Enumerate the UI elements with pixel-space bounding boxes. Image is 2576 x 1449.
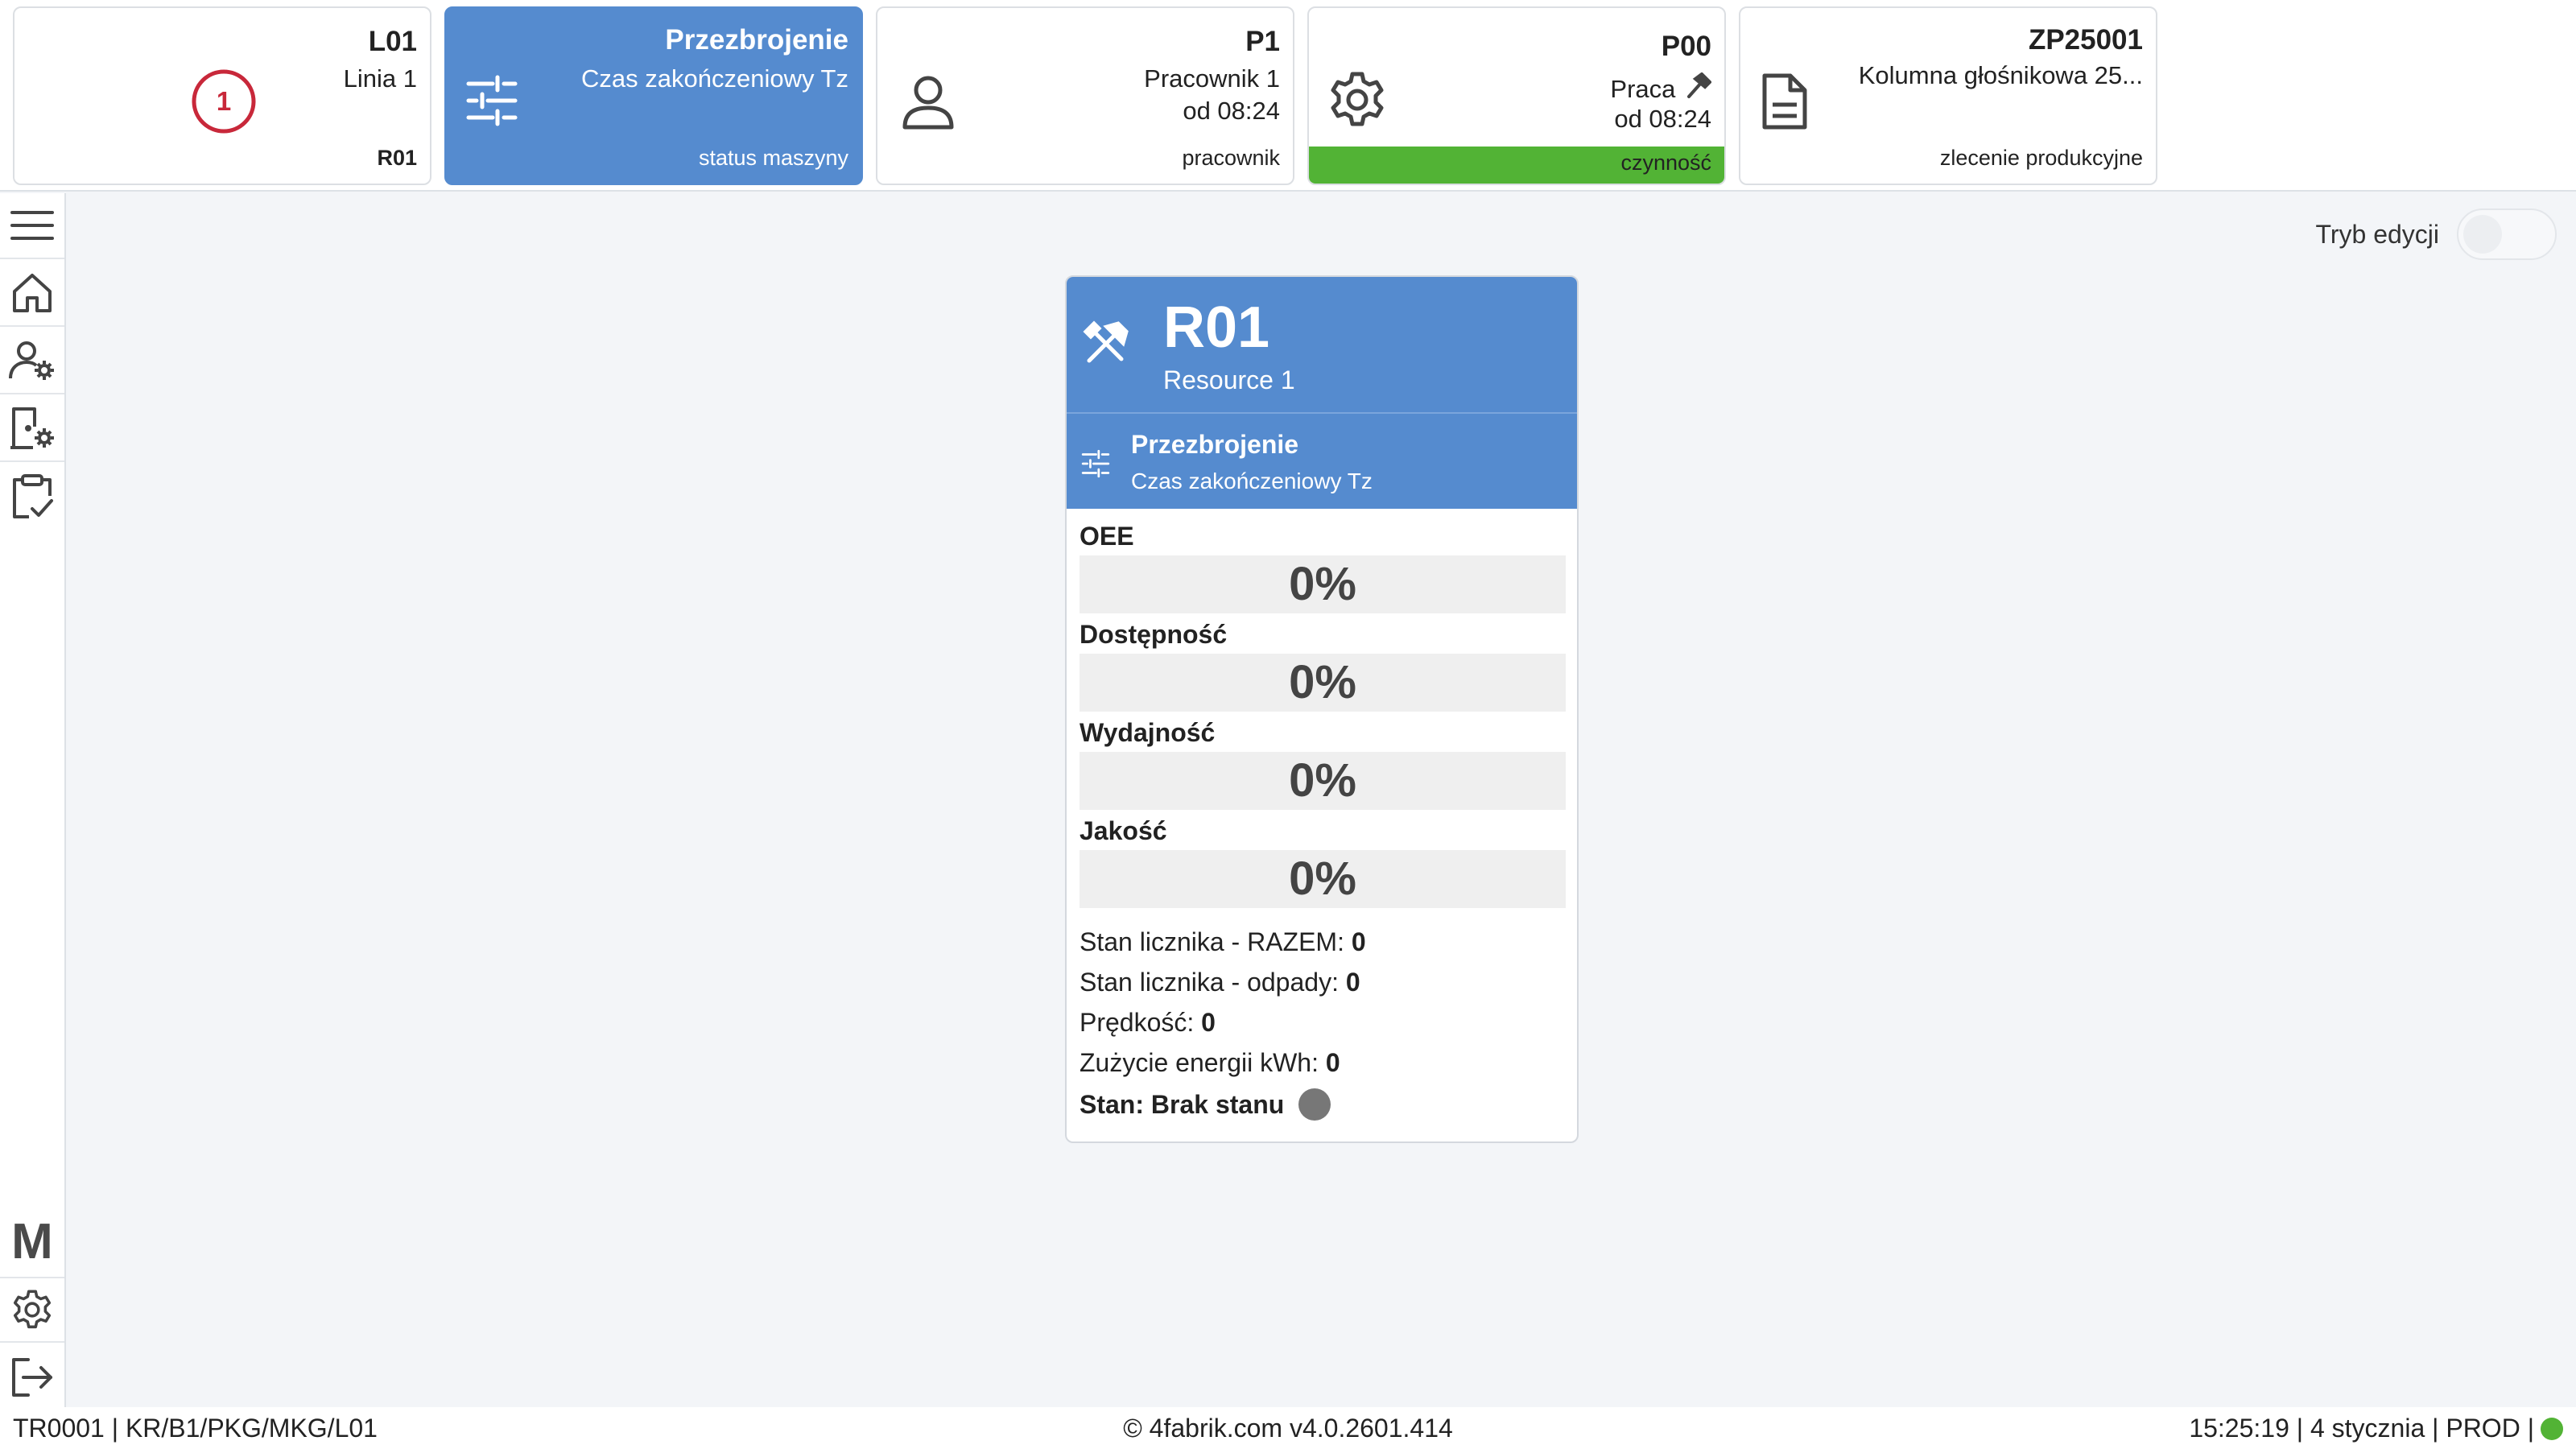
edit-mode-toggle[interactable]	[2457, 208, 2557, 260]
resource-card-header: R01 Resource 1	[1067, 277, 1577, 412]
line-resource: R01	[377, 146, 417, 170]
stat-energy: Zużycie energii kWh: 0	[1080, 1048, 1340, 1077]
resource-status: Przezbrojenie Czas zakończeniowy Tz	[1067, 412, 1577, 509]
tools-icon	[1083, 320, 1129, 363]
resource-state-indicator	[1298, 1088, 1331, 1121]
metric-value-availability: 0%	[1080, 654, 1566, 712]
gear-icon	[13, 1290, 52, 1329]
stat-counter-total: Stan licznika - RAZEM: 0	[1080, 927, 1366, 956]
machine-status-caption: status maszyny	[698, 146, 848, 170]
clipboard-check-icon	[13, 474, 53, 518]
order-caption: zlecenie produkcyjne	[1939, 146, 2143, 170]
status-footer: © 4fabrik.com v4.0.2601.414 TR0001 | KR/…	[0, 1407, 2576, 1449]
logout-icon	[12, 1358, 52, 1397]
footer-datetime: 15:25:19 | 4 stycznia | PROD |	[2189, 1414, 2534, 1443]
line-tile[interactable]: 1 L01 Linia 1 R01	[13, 6, 431, 185]
sidebar-item-tasks[interactable]	[0, 464, 64, 530]
sliders-icon	[1081, 449, 1110, 478]
machine-status-title: Przezbrojenie	[665, 24, 848, 56]
gear-icon	[1331, 72, 1384, 126]
worker-code: P1	[1245, 26, 1280, 57]
machine-status-tile[interactable]: Przezbrojenie Czas zakończeniowy Tz stat…	[444, 6, 863, 185]
edit-mode-control: Tryb edycji	[2315, 208, 2557, 261]
sidebar-logout-button[interactable]	[0, 1344, 64, 1410]
toggle-knob	[2463, 215, 2502, 254]
door-settings-icon	[10, 407, 54, 449]
sidebar-menu-button[interactable]	[0, 193, 64, 259]
sidebar-item-station-settings[interactable]	[0, 396, 64, 462]
home-icon	[13, 274, 52, 312]
sidebar: M	[0, 193, 66, 1407]
metric-value-oee: 0%	[1080, 555, 1566, 613]
metric-label-performance: Wydajność	[1080, 718, 1216, 747]
activity-name-row: Praca	[1610, 72, 1712, 104]
metric-label-quality: Jakość	[1080, 816, 1167, 845]
order-name: Kolumna głośnikowa 25...	[1858, 61, 2143, 89]
sidebar-item-user-settings[interactable]	[0, 328, 64, 394]
machine-status-subtitle: Czas zakończeniowy Tz	[581, 64, 848, 93]
line-code: L01	[368, 26, 417, 57]
activity-name: Praca	[1610, 75, 1676, 103]
metric-label-availability: Dostępność	[1080, 620, 1228, 649]
footer-location: TR0001 | KR/B1/PKG/MKG/L01	[13, 1414, 378, 1443]
worker-tile[interactable]: P1 Pracownik 1 od 08:24 pracownik	[876, 6, 1294, 185]
resource-status-subtitle: Czas zakończeniowy Tz	[1131, 469, 1373, 493]
menu-icon	[10, 211, 54, 240]
edit-mode-label: Tryb edycji	[2315, 219, 2439, 249]
sidebar-item-home[interactable]	[0, 261, 64, 327]
activity-tile[interactable]: P00 Praca od 08:24 czynność	[1307, 6, 1726, 185]
resource-name: Resource 1	[1163, 365, 1295, 394]
metric-label-oee: OEE	[1080, 522, 1134, 551]
order-code: ZP25001	[2028, 24, 2143, 56]
line-name: Linia 1	[343, 64, 417, 93]
user-icon	[902, 76, 954, 130]
activity-caption: czynność	[1620, 151, 1711, 175]
resource-card[interactable]: R01 Resource 1 Przezbrojenie Czas zakońc…	[1065, 275, 1579, 1143]
resource-status-title: Przezbrojenie	[1131, 430, 1299, 459]
activity-code: P00	[1661, 31, 1711, 62]
sliders-icon	[466, 75, 518, 126]
stat-speed: Prędkość: 0	[1080, 1008, 1216, 1037]
document-icon	[1762, 73, 1807, 130]
activity-since: od 08:24	[1614, 105, 1711, 133]
resource-code: R01	[1163, 295, 1270, 360]
metric-value-performance: 0%	[1080, 752, 1566, 810]
worker-caption: pracownik	[1182, 146, 1280, 170]
resource-state: Stan: Brak stanu	[1080, 1088, 1331, 1121]
resource-state-label: Stan: Brak stanu	[1080, 1089, 1285, 1119]
stat-counter-waste: Stan licznika - odpady: 0	[1080, 968, 1360, 997]
worker-name: Pracownik 1	[1144, 64, 1280, 93]
sidebar-settings-button[interactable]	[0, 1277, 64, 1343]
top-bar: 1 L01 Linia 1 R01 Przezbrojenie Czas zak…	[0, 0, 2576, 192]
metric-value-quality: 0%	[1080, 850, 1566, 908]
worker-since: od 08:24	[1183, 97, 1280, 125]
order-tile[interactable]: ZP25001 Kolumna głośnikowa 25... zleceni…	[1739, 6, 2157, 185]
app-logo: M	[11, 1214, 53, 1269]
user-settings-icon	[9, 341, 54, 380]
alert-count-badge[interactable]: 1	[190, 68, 258, 139]
footer-status: 15:25:19 | 4 stycznia | PROD |	[2189, 1414, 2563, 1443]
hammer-icon	[1687, 72, 1712, 98]
connection-status-dot	[2541, 1417, 2563, 1440]
alert-count: 1	[216, 86, 232, 116]
